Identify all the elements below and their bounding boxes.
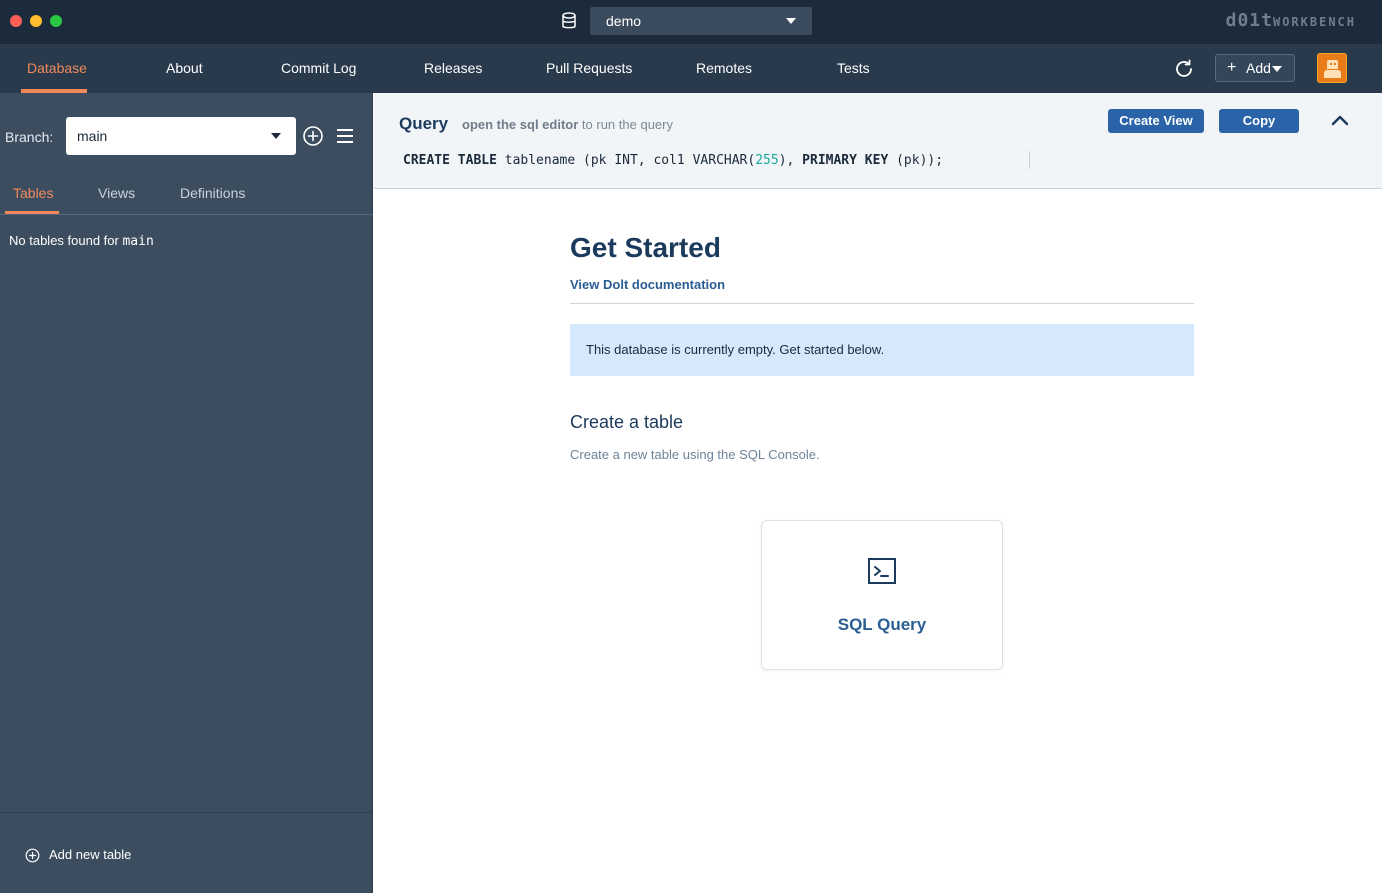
sql-query-card-label: SQL Query bbox=[837, 615, 927, 634]
chevron-down-icon bbox=[1272, 66, 1282, 72]
tab-remotes[interactable]: Remotes bbox=[696, 44, 752, 93]
close-window-button[interactable] bbox=[10, 15, 22, 27]
brand-logo: d01tWORKBENCH bbox=[1226, 10, 1356, 31]
avatar-eye-shape bbox=[1334, 63, 1336, 65]
create-view-button[interactable]: Create View bbox=[1108, 109, 1204, 133]
tab-pull-requests[interactable]: Pull Requests bbox=[546, 44, 632, 93]
add-branch-icon[interactable] bbox=[302, 125, 324, 147]
chevron-down-icon bbox=[271, 133, 281, 139]
sql-query-text[interactable]: CREATE TABLE tablename (pk INT, col1 VAR… bbox=[403, 153, 943, 168]
page-title: Get Started bbox=[570, 232, 721, 263]
empty-tables-message: No tables found for main bbox=[9, 233, 154, 249]
view-documentation-link[interactable]: View Dolt documentation bbox=[570, 277, 725, 292]
sql-keyword: PRIMARY KEY bbox=[802, 153, 889, 168]
user-avatar[interactable] bbox=[1317, 53, 1347, 83]
tab-releases[interactable]: Releases bbox=[424, 44, 482, 93]
chevron-down-icon bbox=[786, 18, 796, 24]
database-select[interactable]: demo bbox=[590, 7, 812, 35]
tab-about[interactable]: About bbox=[166, 44, 203, 93]
empty-database-banner: This database is currently empty. Get st… bbox=[570, 324, 1194, 376]
open-sql-editor-link[interactable]: open the sql editor bbox=[462, 117, 578, 132]
sidebar: Branch: main Tables Views Definitions No… bbox=[0, 93, 373, 893]
add-button-label: Add bbox=[1246, 60, 1271, 76]
copy-button[interactable]: Copy bbox=[1219, 109, 1299, 133]
divider bbox=[0, 812, 373, 813]
tab-views[interactable]: Views bbox=[98, 185, 135, 201]
sql-number: 255 bbox=[755, 153, 779, 168]
section-title: Create a table bbox=[570, 412, 684, 432]
sql-text: (pk)); bbox=[888, 153, 944, 168]
title-bar: demo d01tWORKBENCH bbox=[0, 0, 1382, 44]
sql-keyword: CREATE TABLE bbox=[403, 153, 497, 168]
tab-database[interactable]: Database bbox=[27, 44, 87, 93]
maximize-window-button[interactable] bbox=[50, 15, 62, 27]
empty-tables-text: No tables found for bbox=[9, 233, 119, 248]
sql-query-card[interactable]: SQL Query bbox=[761, 520, 1003, 670]
database-select-value: demo bbox=[606, 13, 642, 29]
add-button[interactable]: + Add bbox=[1215, 54, 1295, 82]
divider bbox=[0, 214, 373, 215]
avatar-eye-shape bbox=[1330, 63, 1332, 65]
query-bar: Query open the sql editor to run the que… bbox=[374, 93, 1382, 189]
section-description: Create a new table using the SQL Console… bbox=[570, 447, 820, 462]
database-icon bbox=[562, 12, 576, 29]
query-hint-text: to run the query bbox=[581, 117, 673, 132]
terminal-icon bbox=[868, 558, 896, 584]
plus-circle-icon bbox=[25, 848, 40, 863]
sql-text: ), bbox=[778, 153, 803, 168]
chevron-up-icon[interactable] bbox=[1330, 113, 1350, 127]
query-title: Query bbox=[399, 114, 449, 133]
top-nav: Database About Commit Log Releases Pull … bbox=[0, 44, 1382, 93]
add-new-table-label: Add new table bbox=[49, 847, 132, 862]
menu-icon[interactable] bbox=[337, 129, 353, 143]
divider bbox=[570, 303, 1194, 304]
avatar-body-shape bbox=[1324, 70, 1341, 78]
brand-sub-text: WORKBENCH bbox=[1272, 15, 1356, 29]
avatar-head-shape bbox=[1327, 60, 1338, 69]
branch-label: Branch: bbox=[5, 129, 54, 145]
brand-logo-text: d01t bbox=[1225, 10, 1273, 31]
branch-select-value: main bbox=[77, 128, 108, 144]
minimize-window-button[interactable] bbox=[30, 15, 42, 27]
query-hint: open the sql editor to run the query bbox=[462, 117, 673, 132]
tab-tests[interactable]: Tests bbox=[837, 44, 870, 93]
refresh-icon[interactable] bbox=[1173, 58, 1195, 80]
branch-select[interactable]: main bbox=[66, 117, 296, 155]
tab-definitions[interactable]: Definitions bbox=[180, 185, 245, 201]
tab-commit-log[interactable]: Commit Log bbox=[281, 44, 356, 93]
empty-tables-branch: main bbox=[122, 234, 154, 249]
tab-tables[interactable]: Tables bbox=[13, 185, 53, 201]
sql-text: tablename (pk INT, col1 VARCHAR( bbox=[496, 153, 756, 168]
plus-icon: + bbox=[1227, 59, 1237, 76]
text-cursor bbox=[1029, 151, 1030, 169]
